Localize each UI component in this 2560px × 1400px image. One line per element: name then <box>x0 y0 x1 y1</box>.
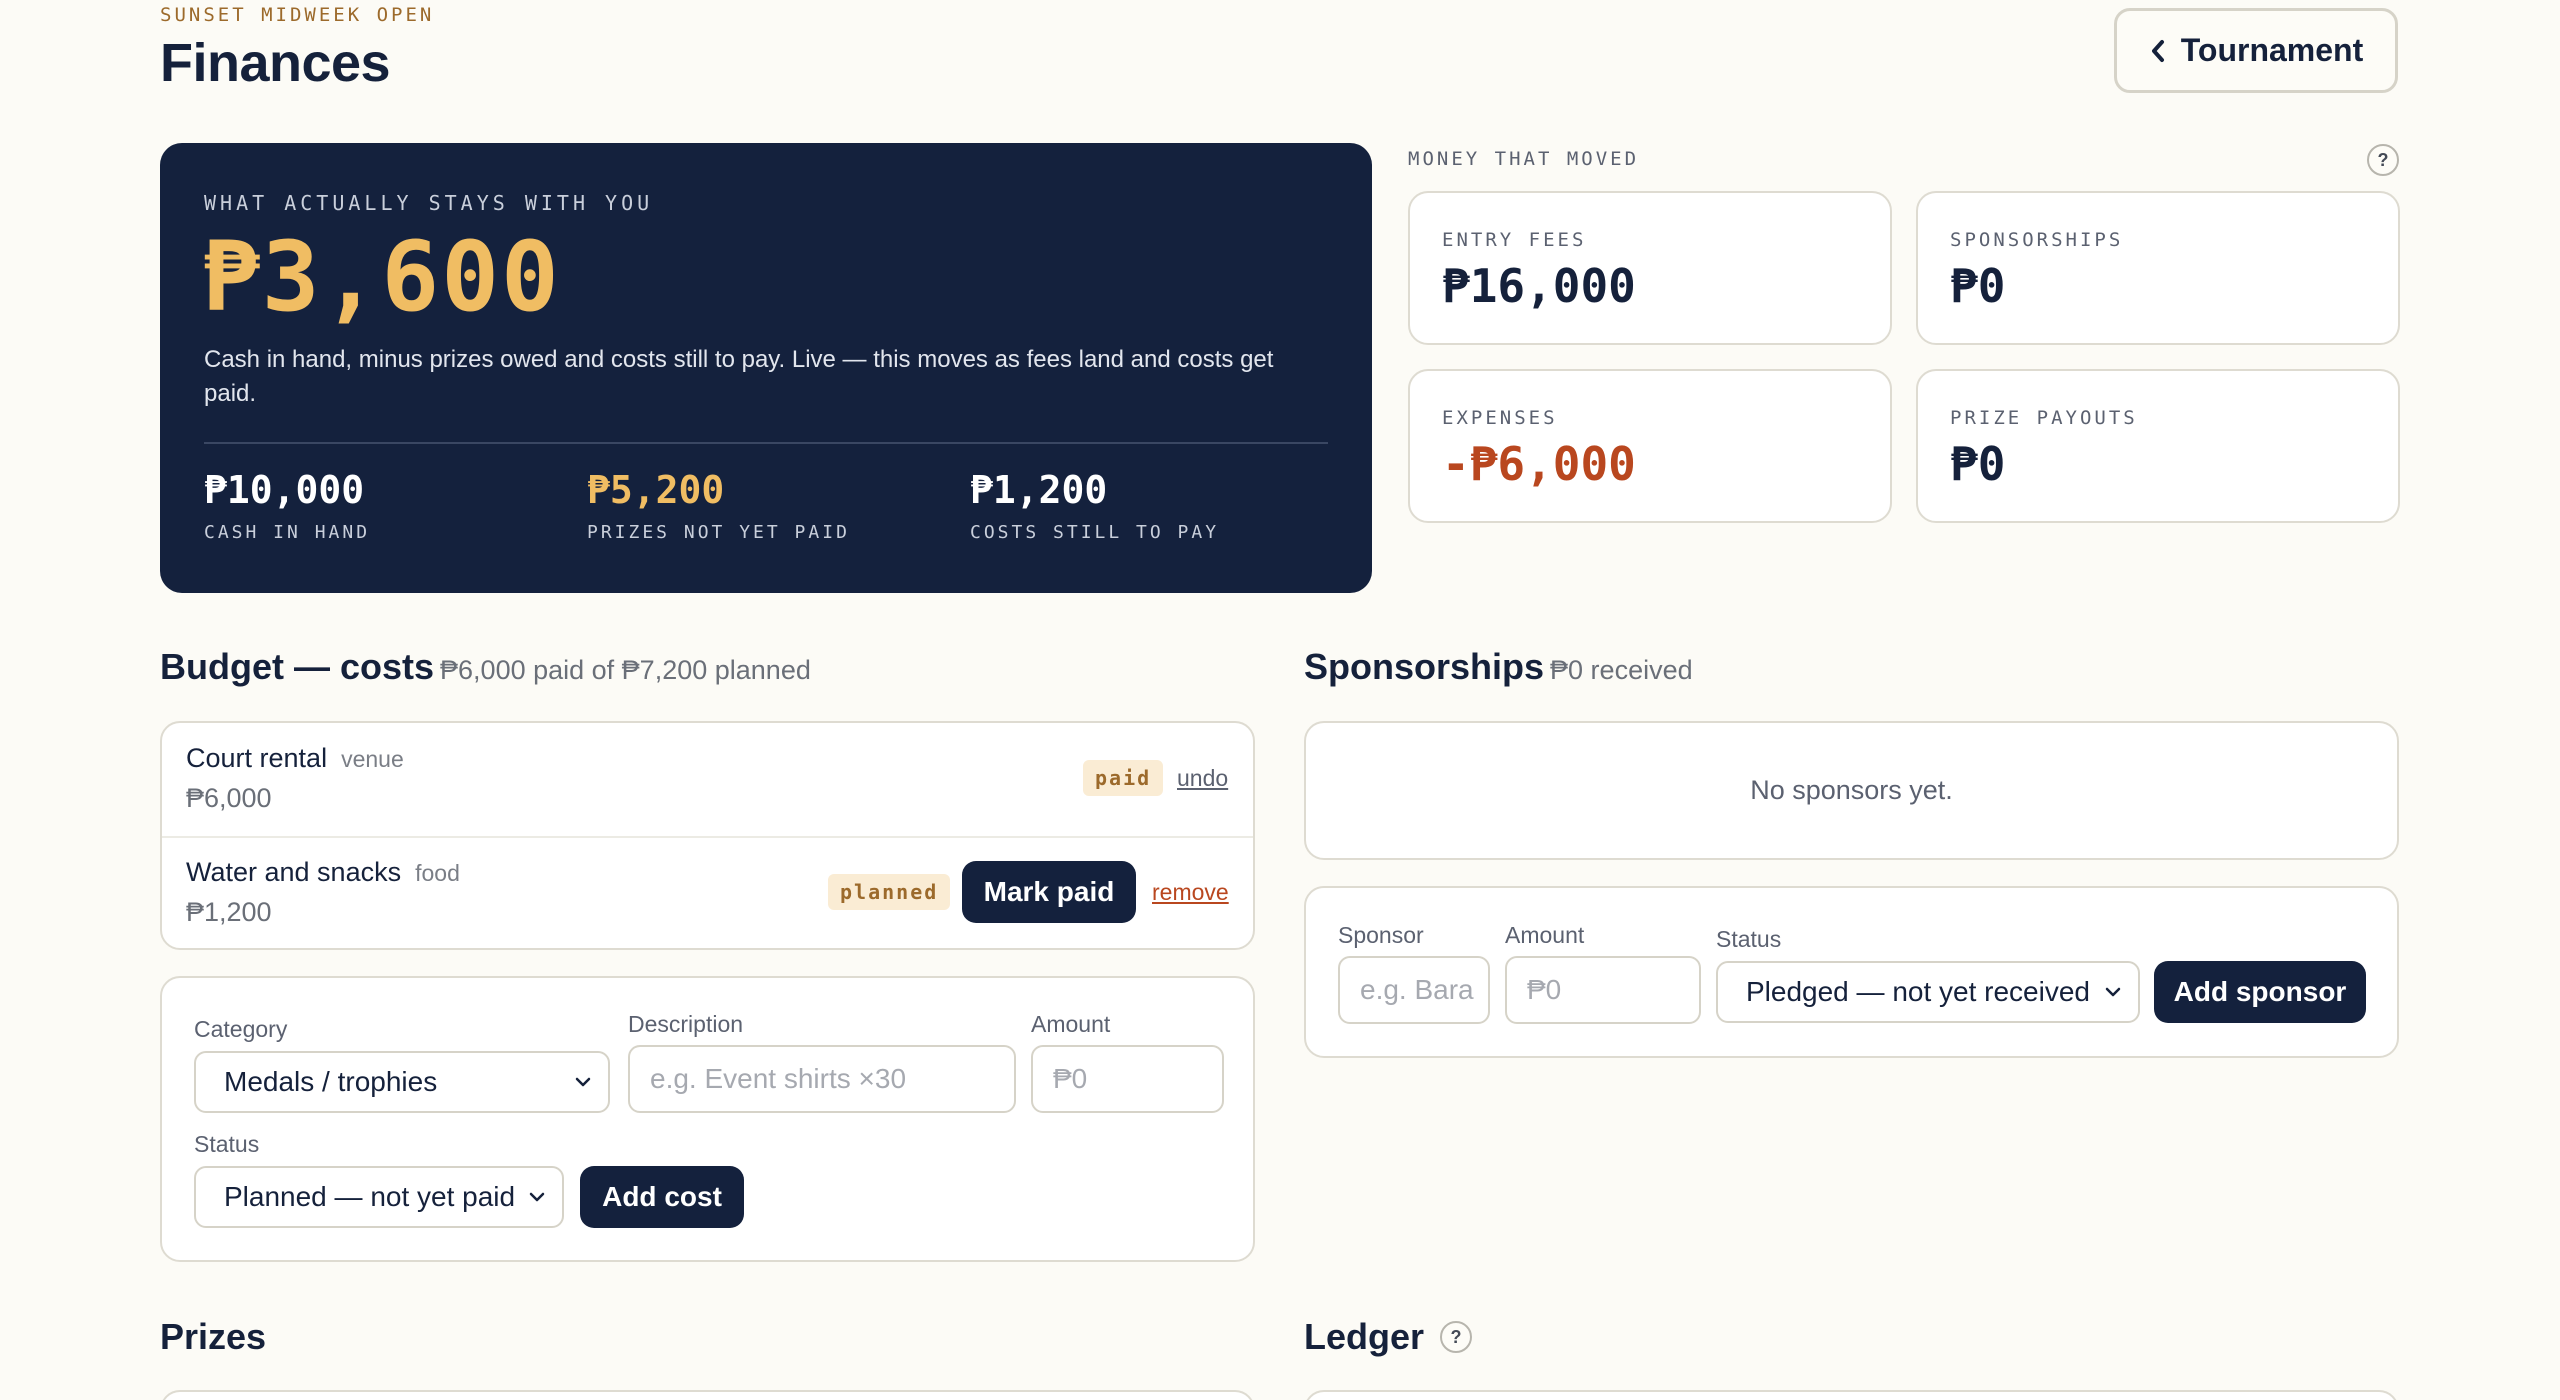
metric-value: ₱0 <box>1950 259 2006 313</box>
metric-value: -₱6,000 <box>1442 437 1636 491</box>
chevron-left-icon <box>2151 39 2164 62</box>
amount-input[interactable]: ₱0 <box>1031 1045 1224 1113</box>
amount-label: Amount <box>1031 1011 1111 1037</box>
tournament-eyebrow: SUNSET MIDWEEK OPEN <box>160 4 435 26</box>
metric-card-expenses: EXPENSES -₱6,000 <box>1408 369 1892 523</box>
cost-amount: ₱1,200 <box>186 897 272 927</box>
add-cost-button[interactable]: Add cost <box>580 1166 744 1228</box>
help-icon[interactable]: ? <box>1440 1321 1473 1353</box>
category-select[interactable]: Medals / trophies <box>194 1051 610 1113</box>
ledger-panel <box>1304 1390 2399 1400</box>
money-moved-eyebrow: MONEY THAT MOVED <box>1408 148 1640 170</box>
sponsorships-title: Sponsorships <box>1304 646 1545 687</box>
list-item: Water and snacks food <box>186 857 460 888</box>
budget-title: Budget — costs <box>160 646 435 687</box>
net-summary-description: Cash in hand, minus prizes owed and cost… <box>204 346 1274 407</box>
sponsor-amount-input[interactable]: ₱0 <box>1505 956 1701 1024</box>
net-summary-card: WHAT ACTUALLY STAYS WITH YOU ₱3,600 Cash… <box>160 143 1372 593</box>
category-select-value: Medals / trophies <box>224 1066 438 1097</box>
stat-label: COSTS STILL TO PAY <box>970 522 1220 543</box>
stat-label: PRIZES NOT YET PAID <box>587 522 850 543</box>
budget-section-header: Budget — costs ₱6,000 paid of ₱7,200 plan… <box>160 646 811 688</box>
page-title: Finances <box>160 33 391 93</box>
chevron-down-icon <box>2105 987 2121 997</box>
cost-amount: ₱6,000 <box>186 783 272 813</box>
stat-costs-to-pay: ₱1,200 COSTS STILL TO PAY <box>970 468 1219 543</box>
budget-subtitle: ₱6,000 paid of ₱7,200 planned <box>440 655 811 685</box>
net-summary-eyebrow: WHAT ACTUALLY STAYS WITH YOU <box>204 191 654 215</box>
sponsor-status-select[interactable]: Pledged — not yet received <box>1716 961 2140 1023</box>
ledger-section-header: Ledger ? <box>1304 1316 1473 1358</box>
undo-link[interactable]: undo <box>1177 765 1228 792</box>
cost-name: Water and snacks <box>186 857 402 887</box>
stat-cash-in-hand: ₱10,000 CASH IN HAND <box>204 468 370 543</box>
empty-state-text: No sponsors yet. <box>1750 775 1953 805</box>
status-badge: planned <box>828 874 951 910</box>
stat-value: ₱1,200 <box>970 468 1108 512</box>
sponsor-label: Sponsor <box>1338 922 1424 948</box>
metric-label: EXPENSES <box>1442 407 1558 429</box>
metric-value: ₱0 <box>1950 437 2006 491</box>
cost-category-tag: food <box>415 860 460 886</box>
sponsor-status-value: Pledged — not yet received <box>1746 976 2090 1007</box>
stat-value: ₱10,000 <box>204 468 365 512</box>
sponsorships-subtitle: ₱0 received <box>1550 655 1693 685</box>
status-badge: paid <box>1083 760 1164 796</box>
stat-value: ₱5,200 <box>587 468 725 512</box>
hero-divider <box>204 442 1328 444</box>
ledger-title: Ledger <box>1304 1316 1425 1357</box>
stat-prizes-not-paid: ₱5,200 PRIZES NOT YET PAID <box>587 468 850 543</box>
cost-category-tag: venue <box>341 746 404 772</box>
description-input[interactable]: e.g. Event shirts ×30 <box>628 1045 1016 1113</box>
metric-value: ₱16,000 <box>1442 259 1636 313</box>
add-sponsor-button[interactable]: Add sponsor <box>2154 961 2366 1023</box>
remove-link[interactable]: remove <box>1152 879 1229 906</box>
prizes-panel <box>160 1390 1255 1400</box>
budget-cost-list: Court rental venue ₱6,000 paid undo Water… <box>160 721 1255 950</box>
row-divider <box>162 836 1253 838</box>
cost-name: Court rental <box>186 743 328 773</box>
chevron-down-icon <box>575 1077 591 1087</box>
metric-card-prize-payouts: PRIZE PAYOUTS ₱0 <box>1916 369 2400 523</box>
net-summary-value: ₱3,600 <box>202 221 561 333</box>
status-label: Status <box>194 1131 260 1157</box>
description-label: Description <box>628 1011 744 1037</box>
sponsor-input[interactable]: e.g. Bara <box>1338 956 1490 1024</box>
stat-label: CASH IN HAND <box>204 522 371 543</box>
back-button-label: Tournament <box>2180 32 2364 68</box>
help-icon[interactable]: ? <box>2367 144 2399 176</box>
cost-status-value: Planned — not yet paid <box>224 1181 516 1212</box>
chevron-down-icon <box>529 1192 545 1202</box>
metric-label: SPONSORSHIPS <box>1950 229 2124 251</box>
list-item: Court rental venue <box>186 743 404 774</box>
cost-status-select[interactable]: Planned — not yet paid <box>194 1166 564 1228</box>
category-label: Category <box>194 1016 288 1042</box>
add-sponsor-form: Sponsor e.g. Bara Amount ₱0 Status Pledg… <box>1304 886 2399 1058</box>
add-cost-form: Category Medals / trophies Description e… <box>160 976 1255 1262</box>
mark-paid-button[interactable]: Mark paid <box>962 861 1136 923</box>
back-to-tournament-button[interactable]: Tournament <box>2114 8 2398 93</box>
metric-card-sponsorships: SPONSORSHIPS ₱0 <box>1916 191 2400 345</box>
metric-label: PRIZE PAYOUTS <box>1950 407 2138 429</box>
prizes-title: Prizes <box>160 1316 267 1357</box>
sponsor-status-label: Status <box>1716 926 1782 952</box>
sponsor-amount-label: Amount <box>1505 922 1585 948</box>
sponsorships-section-header: Sponsorships ₱0 received <box>1304 646 1693 688</box>
metric-card-entry-fees: ENTRY FEES ₱16,000 <box>1408 191 1892 345</box>
sponsors-empty-state: No sponsors yet. <box>1304 721 2399 860</box>
metric-label: ENTRY FEES <box>1442 229 1587 251</box>
